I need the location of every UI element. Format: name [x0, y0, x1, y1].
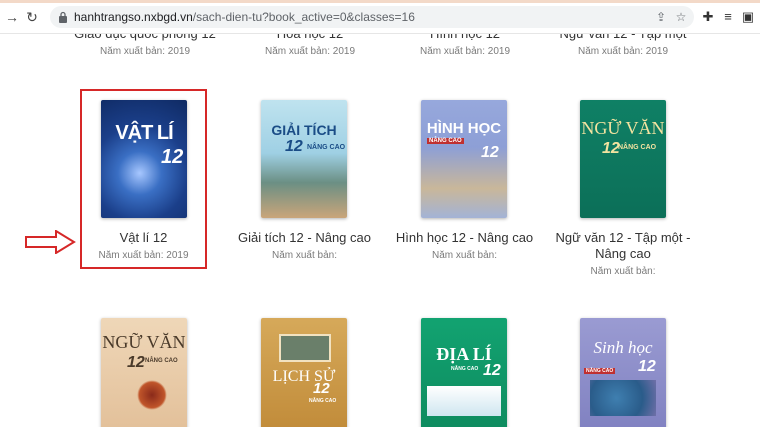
book-year: Năm xuất bản: 2019 — [419, 46, 511, 57]
arrow-right-icon — [25, 230, 76, 254]
book-title: Hình học 12 — [380, 34, 550, 42]
cover-illustration — [590, 380, 656, 416]
lock-icon — [59, 11, 67, 23]
cover-title: NGỮ VĂN — [581, 118, 665, 138]
book-year: Năm xuất bản: — [431, 250, 498, 261]
sidepanel-icon[interactable]: ▣ — [740, 9, 756, 25]
cover-number: 12 — [127, 354, 145, 371]
cover-number: 12 — [481, 144, 499, 161]
url-text: hanhtrangso.nxbgd.vn/sach-dien-tu?book_a… — [74, 10, 415, 24]
address-bar[interactable]: hanhtrangso.nxbgd.vn/sach-dien-tu?book_a… — [50, 6, 694, 28]
book-title: Hình học 12 - Nâng cao — [395, 230, 534, 245]
cover-title: Sinh học — [593, 338, 653, 357]
book-cover-ngu-van[interactable]: NGỮ VĂN 12 NÂNG CAO — [580, 100, 666, 218]
book-title: Hóa học 12 — [225, 34, 395, 42]
book-cover-hinh-hoc[interactable]: HÌNH HỌC NÂNG CAO 12 — [421, 100, 507, 218]
cover-illustration — [427, 386, 501, 416]
book-cover-giai-tich[interactable]: GIẢI TÍCH 12 NÂNG CAO — [261, 100, 347, 218]
cover-tag: NÂNG CAO — [307, 144, 346, 151]
book-year: Năm xuất bản: — [271, 250, 338, 261]
cover-tag: NÂNG CAO — [427, 138, 464, 144]
book-title: Giải tích 12 - Nâng cao — [238, 230, 371, 245]
book-cover-sinh-hoc[interactable]: Sinh học 12 NÂNG CAO — [580, 318, 666, 427]
cover-title: LỊCH SỬ — [272, 368, 336, 385]
cover-title: NGỮ VĂN — [102, 332, 186, 352]
book-item[interactable]: Ngữ văn 12 - Tập một Năm xuất bản: 2019 — [538, 34, 708, 58]
cover-tag: NÂNG CAO — [145, 358, 178, 364]
book-item-ngu-van[interactable]: Ngữ văn 12 - Tập một - Nâng cao Năm xuất… — [548, 230, 698, 278]
star-icon[interactable]: ☆ — [674, 10, 688, 24]
book-item[interactable]: Hình học 12 Năm xuất bản: 2019 — [380, 34, 550, 58]
cover-illustration — [137, 380, 167, 410]
book-year: Năm xuất bản: 2019 — [577, 46, 669, 57]
book-title: Ngữ văn 12 - Tập một — [538, 34, 708, 42]
book-item-hinh-hoc[interactable]: Hình học 12 - Nâng cao Năm xuất bản: — [382, 230, 547, 262]
back-icon[interactable]: → — [4, 9, 20, 25]
cover-title: HÌNH HỌC — [426, 120, 502, 137]
book-item[interactable]: Hóa học 12 Năm xuất bản: 2019 — [225, 34, 395, 58]
selection-highlight — [80, 89, 207, 269]
book-grid: Giáo dục quốc phòng 12 Năm xuất bản: 201… — [0, 34, 760, 427]
browser-toolbar: → ↻ hanhtrangso.nxbgd.vn/sach-dien-tu?bo… — [0, 0, 760, 34]
book-item[interactable]: Giáo dục quốc phòng 12 Năm xuất bản: 201… — [60, 34, 230, 58]
cover-tag: NÂNG CAO — [309, 398, 337, 404]
book-cover-ngu-van-nc[interactable]: NGỮ VĂN 12 NÂNG CAO — [101, 318, 187, 427]
book-year: Năm xuất bản: 2019 — [99, 46, 191, 57]
tab-strip-edge — [0, 0, 760, 3]
cover-tag: NÂNG CAO — [584, 368, 616, 374]
cover-number: 12 — [638, 358, 656, 375]
share-icon[interactable]: ⇪ — [654, 10, 668, 24]
reading-list-icon[interactable]: ≡ — [720, 9, 736, 25]
book-year: Năm xuất bản: 2019 — [264, 46, 356, 57]
extensions-icon[interactable]: ✚ — [700, 9, 716, 25]
cover-illustration — [279, 334, 331, 362]
book-cover-lich-su[interactable]: LỊCH SỬ 12 NÂNG CAO — [261, 318, 347, 427]
cover-number: 12 — [313, 380, 330, 397]
book-item-giai-tich[interactable]: Giải tích 12 - Nâng cao Năm xuất bản: — [222, 230, 387, 262]
url-host: hanhtrangso.nxbgd.vn — [74, 10, 193, 24]
cover-tag: NÂNG CAO — [618, 144, 657, 151]
book-year: Năm xuất bản: — [590, 266, 656, 277]
cover-tag: NÂNG CAO — [451, 366, 479, 372]
cover-title: GIẢI TÍCH — [271, 122, 337, 138]
cover-number: 12 — [483, 362, 501, 379]
cover-number: 12 — [285, 138, 303, 155]
book-cover-dia-li[interactable]: ĐỊA LÍ 12 NÂNG CAO — [421, 318, 507, 427]
book-title: Giáo dục quốc phòng 12 — [60, 34, 230, 42]
book-title: Ngữ văn 12 - Tập một - Nâng cao — [555, 230, 691, 261]
url-path: /sach-dien-tu?book_active=0&classes=16 — [192, 10, 415, 24]
reload-icon[interactable]: ↻ — [24, 9, 40, 25]
